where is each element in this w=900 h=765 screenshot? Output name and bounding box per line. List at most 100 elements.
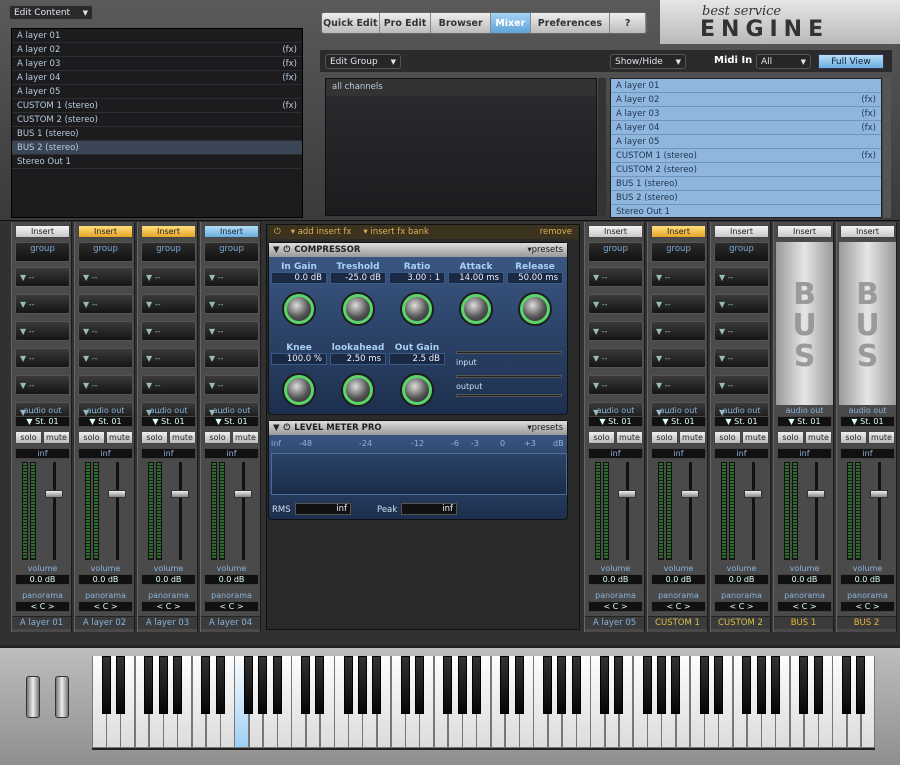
insert-slot[interactable]: ▼ -- xyxy=(15,294,70,314)
audio-out-select[interactable]: ▼ St. 01 xyxy=(651,416,706,427)
volume-value[interactable]: 0.0 dB xyxy=(588,574,643,585)
black-key[interactable] xyxy=(400,656,410,714)
right-list-item[interactable]: A layer 01 xyxy=(611,79,881,93)
volume-value[interactable]: 0.0 dB xyxy=(78,574,133,585)
param-knob[interactable] xyxy=(284,375,314,405)
black-key[interactable] xyxy=(201,656,211,714)
right-list-item[interactable]: Stereo Out 1 xyxy=(611,205,881,217)
group-button[interactable]: group xyxy=(714,242,769,262)
left-layer-list[interactable]: A layer 01 A layer 02 (fx) A layer 03 (fx) A … xyxy=(11,28,303,218)
midi-in-dropdown[interactable]: All ▼ xyxy=(756,54,811,69)
black-key[interactable] xyxy=(756,656,766,714)
insert-slot[interactable]: ▼ -- xyxy=(588,267,643,287)
black-key[interactable] xyxy=(856,656,866,714)
power-icon[interactable]: ⏻ xyxy=(284,423,291,433)
collapse-icon[interactable]: ▼ xyxy=(273,245,280,255)
mute-button[interactable]: mute xyxy=(805,431,832,444)
volume-fader[interactable] xyxy=(744,490,762,498)
insert-slot[interactable]: ▼ -- xyxy=(651,267,706,287)
insert-slot[interactable]: ▼ -- xyxy=(588,321,643,341)
black-key[interactable] xyxy=(671,656,681,714)
audio-out-select[interactable]: ▼ St. 01 xyxy=(714,416,769,427)
left-list-item[interactable]: A layer 02 (fx) xyxy=(12,43,302,57)
black-key[interactable] xyxy=(443,656,453,714)
solo-button[interactable]: solo xyxy=(651,431,678,444)
power-icon[interactable]: ⏻ xyxy=(284,245,291,255)
insert-slot[interactable]: ▼ -- xyxy=(714,348,769,368)
black-key[interactable] xyxy=(571,656,581,714)
panorama-value[interactable]: < C > xyxy=(15,601,70,612)
black-key[interactable] xyxy=(158,656,168,714)
param-value[interactable]: 3.00 : 1 xyxy=(389,272,445,284)
mute-button[interactable]: mute xyxy=(868,431,895,444)
black-key[interactable] xyxy=(699,656,709,714)
insert-slot[interactable]: ▼ -- xyxy=(78,321,133,341)
volume-fader[interactable] xyxy=(807,490,825,498)
power-icon[interactable]: ⏻ xyxy=(274,227,281,237)
tab-5[interactable]: ? xyxy=(610,13,646,33)
black-key[interactable] xyxy=(713,656,723,714)
param-value[interactable]: 2.50 ms xyxy=(330,353,386,365)
left-list-item[interactable]: A layer 05 xyxy=(12,85,302,99)
tab-0[interactable]: Quick Edit xyxy=(322,13,380,33)
remove-button[interactable]: remove xyxy=(540,227,572,237)
group-button[interactable]: group xyxy=(78,242,133,262)
collapse-icon[interactable]: ▼ xyxy=(273,423,280,433)
group-button[interactable]: group xyxy=(588,242,643,262)
solo-button[interactable]: solo xyxy=(78,431,105,444)
left-list-item[interactable]: CUSTOM 2 (stereo) xyxy=(12,113,302,127)
volume-fader[interactable] xyxy=(870,490,888,498)
insert-slot[interactable]: ▼ -- xyxy=(15,348,70,368)
param-knob[interactable] xyxy=(520,294,550,324)
insert-slot[interactable]: ▼ -- xyxy=(141,294,196,314)
param-value[interactable]: 0.0 dB xyxy=(271,272,327,284)
black-key[interactable] xyxy=(614,656,624,714)
param-knob[interactable] xyxy=(402,294,432,324)
black-key[interactable] xyxy=(414,656,424,714)
black-key[interactable] xyxy=(842,656,852,714)
insert-button[interactable]: Insert xyxy=(141,225,196,238)
right-list-item[interactable]: A layer 04 (fx) xyxy=(611,121,881,135)
group-button[interactable]: group xyxy=(141,242,196,262)
black-key[interactable] xyxy=(457,656,467,714)
insert-slot[interactable]: ▼ -- xyxy=(651,321,706,341)
mute-button[interactable]: mute xyxy=(43,431,70,444)
insert-slot[interactable]: ▼ -- xyxy=(204,321,259,341)
pitch-wheel[interactable] xyxy=(26,676,40,718)
insert-slot[interactable]: ▼ -- xyxy=(714,321,769,341)
volume-value[interactable]: 0.0 dB xyxy=(777,574,832,585)
black-key[interactable] xyxy=(301,656,311,714)
audio-out-select[interactable]: ▼ St. 01 xyxy=(588,416,643,427)
volume-value[interactable]: 0.0 dB xyxy=(141,574,196,585)
solo-button[interactable]: solo xyxy=(714,431,741,444)
mod-wheel[interactable] xyxy=(55,676,69,718)
mute-button[interactable]: mute xyxy=(679,431,706,444)
audio-out-select[interactable]: ▼ St. 01 xyxy=(777,416,832,427)
black-key[interactable] xyxy=(770,656,780,714)
edit-group-dropdown[interactable]: Edit Group ▼ xyxy=(325,54,401,69)
insert-slot[interactable]: ▼ -- xyxy=(141,267,196,287)
black-key[interactable] xyxy=(144,656,154,714)
audio-out-select[interactable]: ▼ St. 01 xyxy=(840,416,895,427)
volume-fader[interactable] xyxy=(618,490,636,498)
solo-button[interactable]: solo xyxy=(204,431,231,444)
param-knob[interactable] xyxy=(284,294,314,324)
panorama-value[interactable]: < C > xyxy=(714,601,769,612)
insert-button[interactable]: Insert xyxy=(714,225,769,238)
insert-button[interactable]: Insert xyxy=(777,225,832,238)
solo-button[interactable]: solo xyxy=(777,431,804,444)
left-list-item[interactable]: BUS 1 (stereo) xyxy=(12,127,302,141)
black-key[interactable] xyxy=(500,656,510,714)
param-value[interactable]: 100.0 % xyxy=(271,353,327,365)
param-value[interactable]: 50.00 ms xyxy=(507,272,563,284)
insert-slot[interactable]: ▼ -- xyxy=(141,375,196,395)
volume-fader[interactable] xyxy=(108,490,126,498)
insert-button[interactable]: Insert xyxy=(840,225,895,238)
volume-value[interactable]: 0.0 dB xyxy=(840,574,895,585)
black-key[interactable] xyxy=(600,656,609,714)
param-knob[interactable] xyxy=(402,375,432,405)
black-key[interactable] xyxy=(343,656,353,714)
group-button[interactable]: group xyxy=(651,242,706,262)
mute-button[interactable]: mute xyxy=(169,431,196,444)
solo-button[interactable]: solo xyxy=(840,431,867,444)
